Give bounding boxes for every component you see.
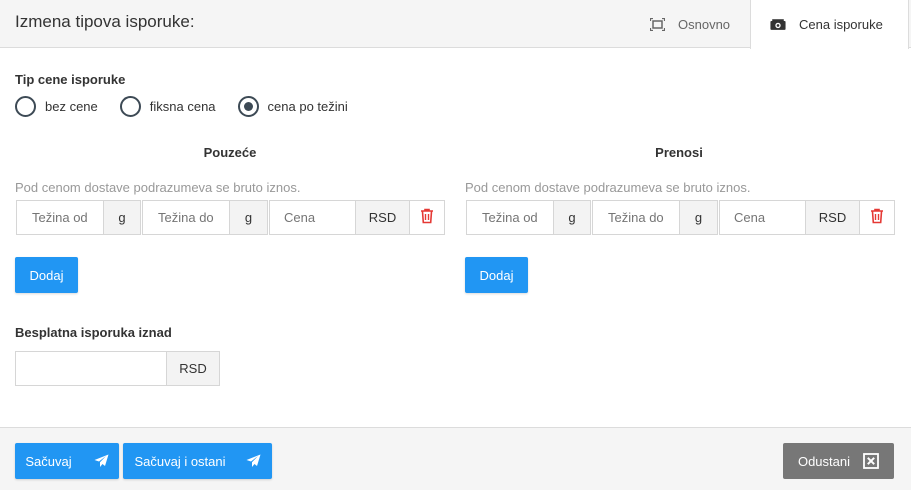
column-title-prenosi: Prenosi [655, 145, 703, 160]
currency-addon: RSD [805, 200, 860, 235]
tab-osnovno[interactable]: Osnovno [640, 0, 750, 48]
currency-addon: RSD [355, 200, 410, 235]
radio-cena-po-tezini[interactable]: cena po težini [237, 96, 348, 117]
add-row-button[interactable]: Dodaj [15, 257, 78, 293]
tab-label: Cena isporuke [799, 17, 883, 32]
money-icon [770, 18, 786, 32]
weight-to-input[interactable] [142, 200, 230, 235]
send-icon [94, 454, 109, 468]
price-type-label: Tip cene isporuke [15, 72, 126, 87]
price-input[interactable] [269, 200, 356, 235]
radio-bez-cene[interactable]: bez cene [15, 96, 98, 117]
free-shipping-input[interactable] [15, 351, 167, 386]
weight-price-row: g g RSD [466, 200, 895, 235]
cancel-button[interactable]: Odustani [783, 443, 894, 479]
modal-footer: Sačuvaj Sačuvaj i ostani Odustani [0, 427, 911, 490]
weight-unit-addon: g [103, 200, 141, 235]
save-and-stay-label: Sačuvaj i ostani [134, 453, 226, 469]
radio-circle[interactable] [119, 96, 141, 117]
radio-label: cena po težini [267, 99, 348, 114]
modal-header: Izmena tipova isporuke: Osnovno Cena isp… [0, 0, 911, 49]
free-shipping-label: Besplatna isporuka iznad [15, 325, 172, 340]
trash-icon [420, 208, 434, 227]
tab-label: Osnovno [678, 16, 731, 32]
send-icon [246, 454, 261, 468]
expand-icon [649, 17, 665, 31]
radio-label: bez cene [45, 99, 98, 114]
weight-from-input[interactable] [466, 200, 554, 235]
price-hint: Pod cenom dostave podrazumeva se bruto i… [465, 180, 751, 195]
price-hint: Pod cenom dostave podrazumeva se bruto i… [15, 180, 301, 195]
radio-circle-checked[interactable] [237, 96, 259, 117]
radio-fiksna-cena[interactable]: fiksna cena [119, 96, 216, 117]
cancel-label: Odustani [797, 453, 851, 469]
save-and-stay-button[interactable]: Sačuvaj i ostani [123, 443, 272, 479]
weight-unit-addon: g [229, 200, 268, 235]
trash-icon [870, 208, 884, 227]
weight-to-input[interactable] [592, 200, 680, 235]
currency-addon: RSD [166, 351, 220, 386]
tab-cena-isporuke[interactable]: Cena isporuke [750, 0, 909, 49]
delete-row-button[interactable] [409, 200, 445, 235]
weight-from-input[interactable] [16, 200, 104, 235]
save-button[interactable]: Sačuvaj [15, 443, 119, 479]
radio-circle[interactable] [15, 96, 36, 117]
weight-price-row: g g RSD [16, 200, 445, 235]
radio-label: fiksna cena [149, 99, 216, 114]
weight-unit-addon: g [679, 200, 718, 235]
price-input[interactable] [719, 200, 806, 235]
price-type-radio-group: bez cene fiksna cena cena po težini [15, 96, 370, 117]
weight-unit-addon: g [553, 200, 591, 235]
save-label: Sačuvaj [25, 453, 72, 469]
delete-row-button[interactable] [859, 200, 895, 235]
column-title-pouzece: Pouzeće [203, 145, 257, 160]
modal-title: Izmena tipova isporuke: [15, 12, 195, 31]
free-shipping-group: RSD [15, 351, 220, 386]
close-box-icon [863, 453, 879, 469]
add-row-button[interactable]: Dodaj [465, 257, 528, 293]
